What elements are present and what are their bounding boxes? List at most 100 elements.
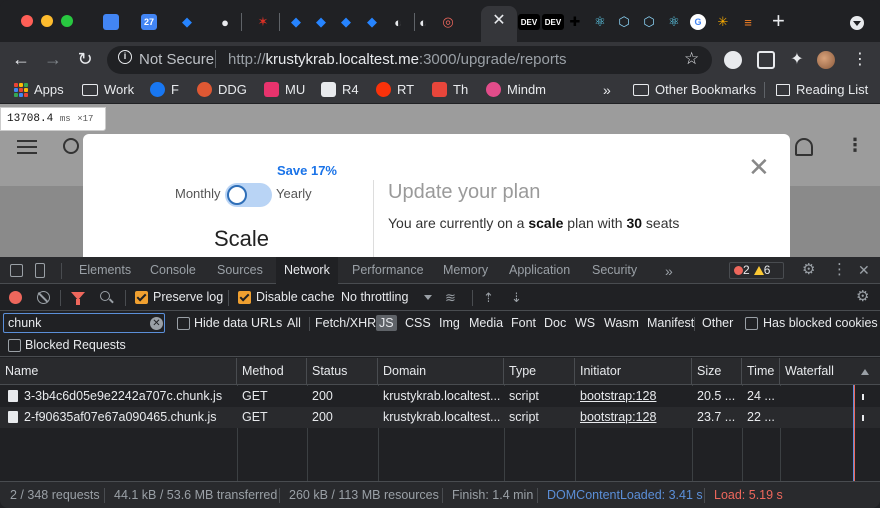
network-conditions-icon[interactable]: ≋ — [445, 291, 456, 305]
hamburger-menu-icon[interactable] — [17, 140, 37, 154]
sort-ascending-icon[interactable] — [861, 369, 869, 375]
filter-type-js[interactable]: JS — [376, 315, 397, 331]
import-har-icon[interactable]: ⇡ — [483, 291, 494, 304]
cell-initiator[interactable]: bootstrap:128 — [580, 410, 656, 424]
cell-initiator[interactable]: bootstrap:128 — [575, 386, 692, 407]
url-text[interactable]: http://krustykrab.localtest.me:3000/upgr… — [228, 51, 567, 68]
jira-icon[interactable]: ◆ — [288, 14, 304, 30]
filter-type-other[interactable]: Other — [699, 315, 736, 331]
clear-log-icon[interactable] — [37, 291, 50, 304]
tab-application[interactable]: Application — [501, 257, 578, 284]
tab-elements[interactable]: Elements — [71, 257, 139, 284]
filter-type-wasm[interactable]: Wasm — [601, 315, 642, 331]
search-icon[interactable] — [100, 291, 110, 301]
column-header-size[interactable]: Size — [692, 358, 742, 385]
bookmark-r4[interactable]: R4 — [321, 82, 359, 97]
reading-list[interactable]: Reading List — [776, 82, 868, 97]
security-label[interactable]: Not Secure — [139, 51, 214, 68]
new-tab-button[interactable]: + — [772, 10, 785, 32]
filter-type-fetch-xhr[interactable]: Fetch/XHR — [312, 315, 379, 331]
record-icon[interactable] — [9, 291, 22, 304]
column-header-domain[interactable]: Domain — [378, 358, 504, 385]
settings-gear-icon[interactable]: ⚙ — [802, 262, 815, 277]
bookmark-th[interactable]: Th — [432, 82, 468, 97]
back-arrow-icon[interactable]: ← — [11, 49, 31, 69]
filter-type-font[interactable]: Font — [508, 315, 539, 331]
column-header-time[interactable]: Time — [742, 358, 780, 385]
preserve-log-label[interactable]: Preserve log — [153, 290, 223, 304]
bookmark-apps[interactable]: Apps — [14, 82, 64, 97]
hide-data-urls-checkbox[interactable] — [177, 317, 190, 330]
tab-console[interactable]: Console — [142, 257, 204, 284]
notification-bell-icon[interactable] — [795, 138, 813, 156]
hide-data-urls-label[interactable]: Hide data URLs — [194, 316, 282, 330]
tab-sources[interactable]: Sources — [209, 257, 271, 284]
dev-to-icon[interactable]: DEV — [518, 14, 540, 30]
throttling-select[interactable]: No throttling — [341, 290, 408, 304]
column-header-method[interactable]: Method — [237, 358, 307, 385]
google-calendar-icon[interactable]: 27 — [141, 14, 157, 30]
filter-type-doc[interactable]: Doc — [541, 315, 569, 331]
table-row[interactable]: 3-3b4c6d05e9e2242a707c.chunk.js GET 200 kru… — [0, 386, 880, 407]
close-devtools-icon[interactable]: ✕ — [858, 263, 870, 277]
reload-icon[interactable]: ↻ — [75, 49, 95, 69]
minimize-window-button[interactable] — [41, 15, 53, 27]
export-har-icon[interactable]: ⇣ — [511, 291, 522, 304]
devtools-menu-icon[interactable]: ⋮ — [832, 262, 847, 277]
page-menu-icon[interactable]: ⋮ — [846, 136, 864, 154]
jira-icon[interactable]: ◆ — [338, 14, 354, 30]
bookmark-mindm[interactable]: Mindm — [486, 82, 546, 97]
has-blocked-cookies-checkbox[interactable] — [745, 317, 758, 330]
github-icon[interactable]: ◐ — [390, 14, 406, 30]
app-icon[interactable]: ✚ — [567, 14, 583, 30]
tab-search-button[interactable] — [850, 16, 864, 30]
blocked-requests-checkbox[interactable] — [8, 339, 21, 352]
column-header-status[interactable]: Status — [307, 358, 378, 385]
bookmark-mu[interactable]: MU — [264, 82, 305, 97]
filter-type-all[interactable]: All — [284, 315, 304, 331]
custom-app-icon[interactable]: ✶ — [255, 14, 271, 30]
bookmark-work[interactable]: Work — [82, 82, 134, 97]
filter-input[interactable] — [3, 313, 165, 333]
disable-cache-label[interactable]: Disable cache — [256, 290, 335, 304]
react-icon[interactable]: ⚛ — [666, 14, 682, 30]
profile-avatar[interactable] — [817, 51, 835, 69]
column-header-type[interactable]: Type — [504, 358, 575, 385]
google-docs-icon[interactable] — [103, 14, 119, 30]
github-icon[interactable]: ● — [217, 14, 233, 30]
clear-filter-icon[interactable]: ✕ — [150, 317, 163, 330]
webpack-icon[interactable]: ⬡ — [616, 14, 632, 30]
billing-yearly-label[interactable]: Yearly — [276, 186, 312, 201]
bookmark-ddg[interactable]: DDG — [197, 82, 247, 97]
app-icon[interactable]: ◎ — [440, 14, 456, 30]
filter-funnel-icon[interactable] — [71, 292, 85, 305]
other-bookmarks[interactable]: Other Bookmarks — [633, 82, 756, 97]
search-icon[interactable] — [63, 138, 79, 154]
column-header-initiator[interactable]: Initiator — [575, 358, 692, 385]
billing-monthly-label[interactable]: Monthly — [175, 186, 221, 201]
browser-menu-icon[interactable]: ⋮ — [852, 51, 868, 69]
device-toolbar-icon[interactable] — [35, 263, 45, 278]
tab-performance[interactable]: Performance — [344, 257, 432, 284]
column-header-name[interactable]: Name — [0, 358, 237, 385]
tab-security[interactable]: Security — [584, 257, 645, 284]
table-row[interactable]: 2-f90635af07e67a090465.chunk.js GET 200 kru… — [0, 407, 880, 428]
inspect-element-icon[interactable] — [10, 264, 23, 277]
github-icon[interactable]: ◐ — [415, 14, 431, 30]
disable-cache-checkbox[interactable] — [238, 291, 251, 304]
close-modal-icon[interactable]: ✕ — [748, 154, 770, 180]
filter-type-manifest[interactable]: Manifest — [644, 315, 697, 331]
tab-network[interactable]: Network — [276, 257, 338, 284]
bookmarks-overflow-button[interactable]: » — [603, 82, 611, 98]
filter-type-img[interactable]: Img — [436, 315, 463, 331]
react-icon[interactable]: ⚛ — [592, 14, 608, 30]
stackoverflow-icon[interactable]: ≡ — [740, 14, 756, 30]
bookmark-star-icon[interactable]: ☆ — [684, 49, 699, 69]
cell-initiator[interactable]: bootstrap:128 — [575, 407, 692, 428]
info-icon[interactable]: i — [118, 50, 132, 64]
webpack-icon[interactable]: ⬡ — [641, 14, 657, 30]
maximize-window-button[interactable] — [61, 15, 73, 27]
filter-type-css[interactable]: CSS — [402, 315, 434, 331]
dev-to-icon[interactable]: DEV — [542, 14, 564, 30]
forward-arrow-icon[interactable]: → — [43, 49, 63, 69]
